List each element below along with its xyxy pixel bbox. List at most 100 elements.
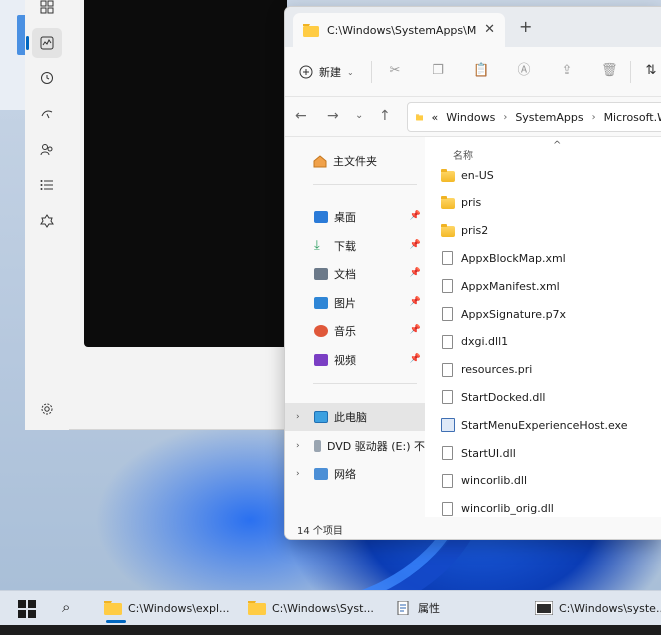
rename-icon[interactable]: Ⓐ <box>516 63 532 79</box>
nav-dvd-drive[interactable]: › DVD 驱动器 (E:) 不 <box>285 433 425 459</box>
file-row[interactable]: StartDocked.dll <box>441 386 545 408</box>
address-bar[interactable]: « Windows › SystemApps › Microsoft.W <box>407 102 661 132</box>
close-tab-icon[interactable]: ✕ <box>484 22 495 37</box>
delete-icon[interactable]: 🗑 <box>601 63 618 79</box>
title-bar[interactable]: C:\Windows\SystemApps\Mic ✕ + <box>285 7 661 47</box>
computer-icon <box>314 411 328 423</box>
startup-apps-icon[interactable] <box>32 99 62 129</box>
file-row[interactable]: StartUI.dll <box>441 442 516 464</box>
file-row[interactable]: en-US <box>441 164 494 186</box>
recent-locations-chevron-icon[interactable]: ⌄ <box>355 110 363 121</box>
nav-music[interactable]: 音乐 📌 <box>285 318 425 344</box>
app-history-icon[interactable] <box>32 63 62 93</box>
users-icon[interactable] <box>32 135 62 165</box>
file-row[interactable]: AppxBlockMap.xml <box>441 247 566 269</box>
status-bar: 14 个项目 <box>285 517 661 539</box>
chevron-right-icon[interactable]: › <box>296 441 300 451</box>
new-tab-button[interactable]: + <box>519 17 532 36</box>
settings-gear-icon[interactable] <box>32 394 62 424</box>
chevron-right-icon[interactable]: › <box>503 112 507 123</box>
file-row[interactable]: AppxSignature.p7x <box>441 303 566 325</box>
file-icon <box>442 501 453 516</box>
pin-icon[interactable]: 📌 <box>410 268 421 278</box>
chevron-right-icon[interactable]: › <box>296 412 300 422</box>
taskbar: ⌕ C:\Windows\expl... C:\Windows\Syst... … <box>0 590 661 625</box>
dvd-drive-icon <box>314 440 321 452</box>
services-icon[interactable] <box>32 206 62 236</box>
file-explorer-window[interactable]: C:\Windows\SystemApps\Mic ✕ + 新建 ⌄ ✂ ❐ 📋… <box>284 6 661 540</box>
start-windows-icon[interactable] <box>18 600 36 618</box>
task-manager-window[interactable] <box>25 0 287 430</box>
toolbar-divider <box>371 61 372 83</box>
pin-icon[interactable]: 📌 <box>410 297 421 307</box>
breadcrumb-current[interactable]: Microsoft.W <box>604 111 661 124</box>
nav-videos[interactable]: 视频 📌 <box>285 347 425 373</box>
pin-icon[interactable]: 📌 <box>410 354 421 364</box>
pin-icon[interactable]: 📌 <box>410 325 421 335</box>
taskbar-item-explorer-2[interactable]: C:\Windows\Syst... <box>248 591 388 625</box>
file-name: AppxSignature.p7x <box>461 307 567 321</box>
file-row[interactable]: resources.pri <box>441 359 532 381</box>
nav-home-label: 主文件夹 <box>333 155 377 168</box>
nav-network[interactable]: › 网络 <box>285 461 425 487</box>
explorer-tab[interactable]: C:\Windows\SystemApps\Mic ✕ <box>293 13 505 47</box>
folder-icon <box>441 196 455 210</box>
nav-home[interactable]: 主文件夹 <box>285 148 425 174</box>
plus-circle-icon <box>299 65 313 79</box>
back-arrow-icon[interactable]: ← <box>295 108 307 124</box>
column-header-name[interactable]: 名称 <box>453 147 473 162</box>
search-icon[interactable]: ⌕ <box>62 598 70 616</box>
taskbar-item-cmd[interactable]: C:\Windows\syste... <box>535 591 661 625</box>
chevron-right-icon[interactable]: › <box>296 469 300 479</box>
toolbar-divider-2 <box>630 61 631 83</box>
properties-icon <box>397 601 409 615</box>
file-row[interactable]: AppxManifest.xml <box>441 275 560 297</box>
forward-arrow-icon[interactable]: → <box>327 108 339 124</box>
taskbar-item-properties[interactable]: 属性 <box>394 591 514 625</box>
folder-icon <box>248 601 266 615</box>
address-row: ← → ⌄ ↑ « Windows › SystemApps › Microso… <box>285 97 661 137</box>
folder-icon <box>104 601 122 615</box>
copy-icon[interactable]: ❐ <box>430 63 446 79</box>
new-item-button[interactable]: 新建 ⌄ <box>299 59 354 85</box>
nav-pictures[interactable]: 图片 📌 <box>285 290 425 316</box>
breadcrumb-overflow[interactable]: « <box>431 111 438 124</box>
file-row[interactable]: wincorlib.dll <box>441 470 527 492</box>
file-row[interactable]: pris <box>441 192 481 214</box>
paste-icon[interactable]: 📋 <box>473 63 489 79</box>
file-name: resources.pri <box>461 363 533 377</box>
nav-dvd-drive-label: DVD 驱动器 (E:) 不 <box>326 440 425 453</box>
file-row[interactable]: dxgi.dll1 <box>441 331 508 353</box>
nav-downloads[interactable]: ⤓ 下载 📌 <box>285 233 425 259</box>
chevron-right-icon[interactable]: › <box>592 112 596 123</box>
share-icon[interactable]: ⇪ <box>559 63 575 79</box>
file-row[interactable]: StartMenuExperienceHost.exe <box>441 414 627 436</box>
file-name: StartMenuExperienceHost.exe <box>461 418 628 432</box>
nav-documents-label: 文档 <box>334 268 356 281</box>
breadcrumb-windows[interactable]: Windows <box>446 111 495 124</box>
file-name: AppxManifest.xml <box>461 279 560 293</box>
breadcrumb-systemapps[interactable]: SystemApps <box>515 111 583 124</box>
chevron-down-icon: ⌄ <box>347 67 354 77</box>
file-name: StartUI.dll <box>461 446 516 460</box>
file-icon <box>442 334 453 349</box>
nav-documents[interactable]: 文档 📌 <box>285 261 425 287</box>
performance-icon[interactable] <box>26 28 62 58</box>
pin-icon[interactable]: 📌 <box>410 240 421 250</box>
details-icon[interactable] <box>32 170 62 200</box>
processes-icon[interactable] <box>32 0 62 22</box>
pictures-icon <box>314 297 328 309</box>
file-name: pris <box>461 196 482 210</box>
desktop-icon-partial[interactable] <box>17 15 25 55</box>
cut-icon[interactable]: ✂ <box>387 63 403 79</box>
file-row[interactable]: pris2 <box>441 220 488 242</box>
nav-videos-label: 视频 <box>334 354 356 367</box>
nav-desktop[interactable]: 桌面 📌 <box>285 204 425 230</box>
sort-icon[interactable]: ⇅ <box>643 63 659 79</box>
up-arrow-icon[interactable]: ↑ <box>379 108 391 124</box>
nav-this-pc[interactable]: › 此电脑 <box>285 403 425 431</box>
file-name: StartDocked.dll <box>461 390 546 404</box>
item-count: 14 个项目 <box>297 526 343 537</box>
pin-icon[interactable]: 📌 <box>410 211 421 221</box>
taskbar-item-explorer-1[interactable]: C:\Windows\expl... <box>104 591 254 625</box>
